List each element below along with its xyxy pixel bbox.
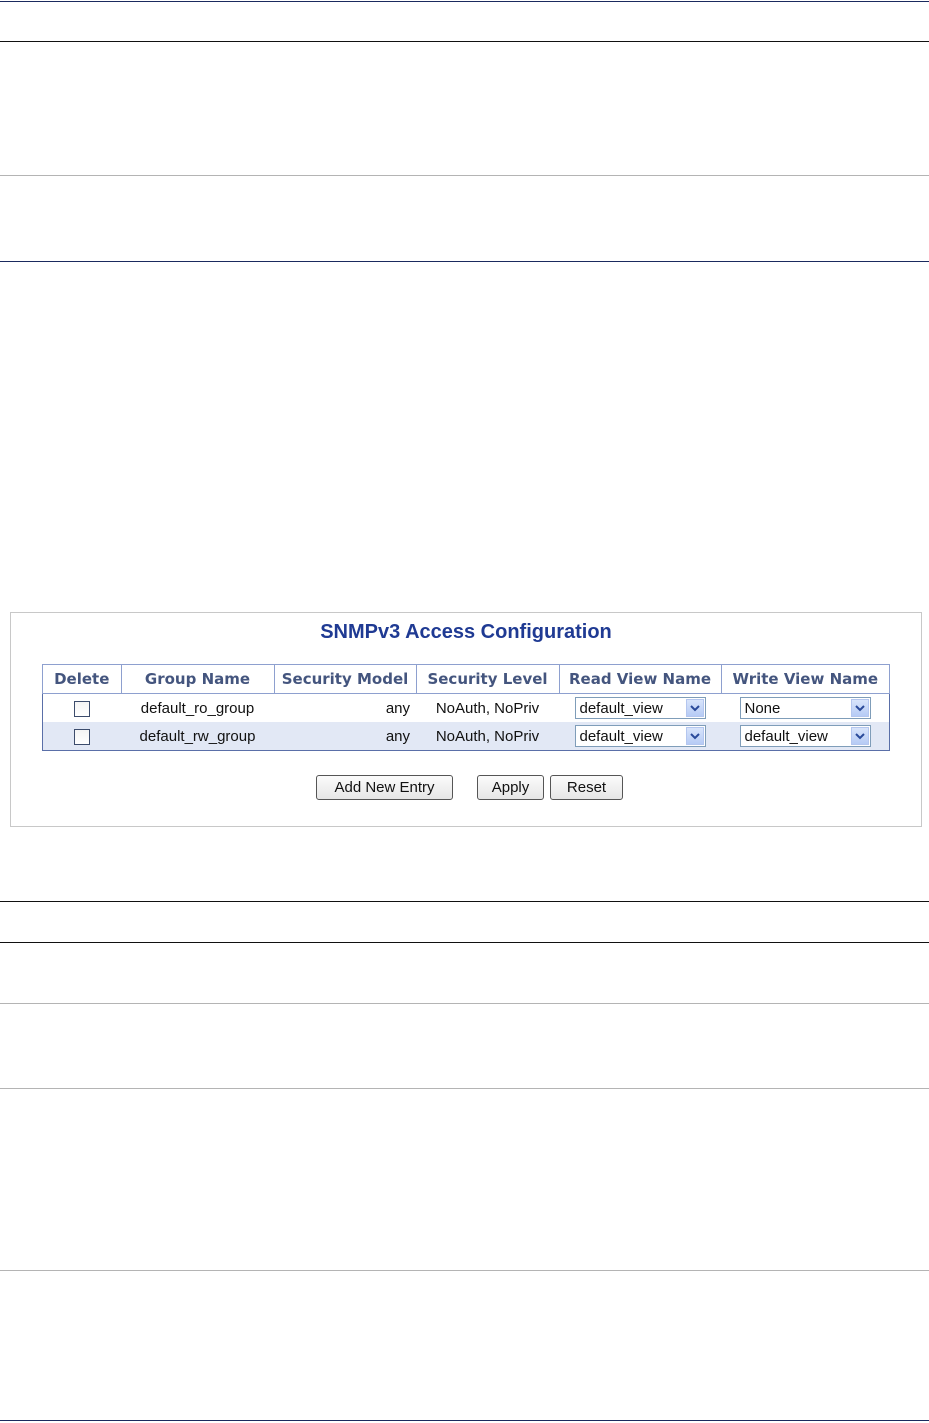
security-level-cell: NoAuth, NoPriv — [416, 693, 559, 722]
security-level-cell: NoAuth, NoPriv — [416, 722, 559, 751]
apply-button[interactable]: Apply — [477, 775, 544, 800]
document-page: SNMPv3 Access Configuration Delete Group… — [0, 0, 929, 1423]
header-read-view-name: Read View Name — [558, 664, 722, 694]
panel-title: SNMPv3 Access Configuration — [320, 621, 612, 643]
header-write-view-name: Write View Name — [720, 664, 890, 694]
table-row: default_rw_group any NoAuth, NoPriv defa… — [42, 722, 890, 751]
access-table: Delete Group Name Security Model Securit… — [42, 664, 890, 751]
write-view-value: default_view — [744, 727, 828, 745]
header-delete: Delete — [42, 664, 122, 694]
bottom-rule — [0, 1420, 929, 1421]
chevron-down-icon[interactable] — [685, 727, 704, 745]
header-security-level: Security Level — [415, 664, 560, 694]
table-rule — [0, 1088, 929, 1089]
group-name-cell: default_ro_group — [121, 693, 274, 722]
read-view-value: default_view — [579, 727, 663, 745]
read-view-cell: default_view — [559, 722, 721, 751]
chevron-down-icon[interactable] — [850, 727, 869, 745]
delete-checkbox[interactable] — [74, 728, 90, 745]
read-view-value: default_view — [579, 699, 663, 717]
snmpv3-access-panel: SNMPv3 Access Configuration Delete Group… — [10, 612, 922, 827]
group-name-cell: default_rw_group — [121, 722, 274, 751]
write-view-value: None — [744, 699, 781, 717]
reset-button[interactable]: Reset — [550, 775, 623, 800]
top-rule — [0, 1, 929, 2]
write-view-cell: default_view — [721, 722, 890, 751]
chevron-down-icon[interactable] — [850, 699, 869, 717]
write-view-select[interactable]: None — [739, 697, 871, 719]
read-view-select[interactable]: default_view — [574, 697, 706, 719]
table-rule — [0, 1003, 929, 1004]
header-group-name: Group Name — [120, 664, 275, 694]
table-rule — [0, 175, 929, 176]
delete-cell — [42, 693, 121, 722]
table-header-row: Delete Group Name Security Model Securit… — [42, 664, 890, 694]
delete-checkbox[interactable] — [74, 700, 90, 717]
security-model-cell: any — [274, 693, 416, 722]
read-view-select[interactable]: default_view — [574, 725, 706, 747]
table-rule — [0, 1270, 929, 1271]
delete-cell — [42, 722, 121, 751]
write-view-cell: None — [721, 693, 890, 722]
table-rule — [0, 261, 929, 262]
chevron-down-icon[interactable] — [685, 699, 704, 717]
table-rule — [0, 901, 929, 902]
table-rule — [0, 41, 929, 42]
header-security-model: Security Model — [273, 664, 417, 694]
security-model-cell: any — [274, 722, 416, 751]
add-new-entry-button[interactable]: Add New Entry — [316, 775, 453, 800]
table-rule — [0, 942, 929, 943]
read-view-cell: default_view — [559, 693, 721, 722]
write-view-select[interactable]: default_view — [739, 725, 871, 747]
button-bar: Add New Entry Apply Reset — [11, 775, 921, 801]
table-row: default_ro_group any NoAuth, NoPriv defa… — [42, 693, 890, 722]
